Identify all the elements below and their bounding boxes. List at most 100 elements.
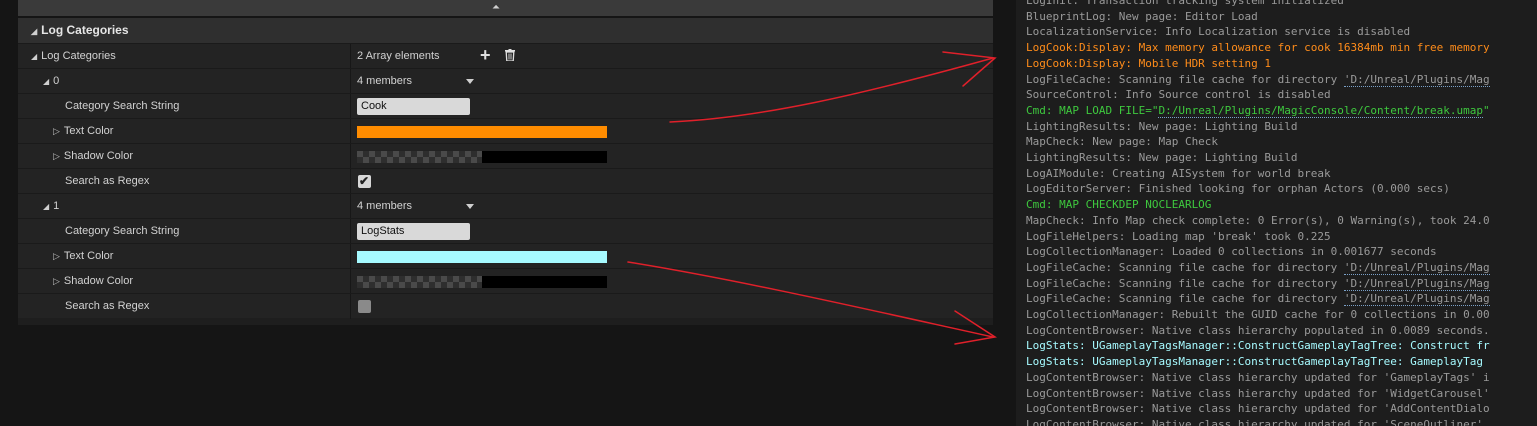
element-index-label: 1	[53, 200, 60, 212]
expand-arrow-icon: ▷	[53, 126, 60, 136]
log-line: LogContentBrowser: Native class hierarch…	[1026, 417, 1483, 426]
chevron-down-icon[interactable]	[466, 79, 474, 84]
alpha-checker	[357, 276, 482, 288]
text-color-swatch[interactable]	[357, 251, 607, 263]
log-line-text: LogCollectionManager: Loaded 0 collectio…	[1026, 245, 1437, 259]
category-header-title: ◢ Log Categories	[31, 23, 129, 37]
log-line-text: BlueprintLog: New page: Editor Load	[1026, 9, 1258, 23]
element-index[interactable]: ◢ 1	[43, 200, 59, 212]
expand-arrow-icon: ◢	[31, 27, 38, 36]
search-string-input[interactable]: LogStats	[357, 223, 470, 240]
alpha-checker	[357, 151, 482, 163]
log-line: LogInit: Transaction tracking system ini…	[1026, 0, 1344, 9]
log-line-text: Cmd: MAP LOAD FILE="	[1026, 103, 1159, 117]
log-line-text: LogStats: UGameplayTagsManager::Construc…	[1026, 339, 1490, 353]
log-line: LogContentBrowser: Native class hierarch…	[1026, 386, 1490, 402]
log-line-text: LightingResults: New page: Lighting Buil…	[1026, 119, 1298, 133]
array-name[interactable]: ◢ Log Categories	[31, 50, 116, 62]
array-count: 2 Array elements	[357, 50, 440, 62]
log-line: LogStats: UGameplayTagsManager::Construc…	[1026, 338, 1490, 354]
log-path-link[interactable]: 'D:/Unreal/Plugins/Mag	[1343, 72, 1490, 87]
log-line-text: LogContentBrowser: Native class hierarch…	[1026, 386, 1490, 400]
expand-arrow-icon: ▷	[53, 151, 60, 161]
shadow-color-swatch[interactable]	[357, 151, 607, 163]
text-color-swatch[interactable]	[357, 126, 607, 138]
members-label: 4 members	[357, 75, 413, 87]
log-line: LogContentBrowser: Native class hierarch…	[1026, 401, 1490, 417]
shadow-color-swatch[interactable]	[357, 276, 607, 288]
log-line: LogStats: UGameplayTagsManager::Construc…	[1026, 354, 1483, 370]
log-line-text: LogCook:Display: Mobile HDR setting 1	[1026, 56, 1272, 70]
regex-label: Search as Regex	[65, 300, 150, 312]
search-string-input[interactable]: Cook	[357, 98, 470, 115]
chevron-down-icon[interactable]	[466, 204, 474, 209]
log-line-text: LogContentBrowser: Native class hierarch…	[1026, 370, 1490, 384]
trash-icon[interactable]	[505, 49, 515, 61]
column-divider[interactable]	[350, 219, 351, 244]
log-line-tail: "	[1482, 103, 1490, 117]
log-line-text: LogContentBrowser: Native class hierarch…	[1026, 417, 1483, 426]
plus-icon[interactable]: +	[480, 46, 491, 64]
shadow-color-name[interactable]: ▷ Shadow Color	[53, 275, 133, 287]
log-path-link[interactable]: 'D:/Unreal/Plugins/Mag	[1343, 276, 1490, 291]
element-row: ◢ 0 4 members	[18, 68, 993, 94]
column-divider[interactable]	[350, 194, 351, 219]
search-string-row: Category Search String Cook	[18, 93, 993, 119]
array-label: Log Categories	[41, 50, 116, 62]
regex-row: Search as Regex ✔	[18, 168, 993, 194]
log-path-link[interactable]: 'D:/Unreal/Plugins/Mag	[1343, 260, 1490, 275]
text-color-name[interactable]: ▷ Text Color	[53, 125, 113, 137]
regex-checkbox[interactable]	[358, 300, 371, 313]
category-header[interactable]: ◢ Log Categories	[18, 18, 993, 43]
search-string-row: Category Search String LogStats	[18, 218, 993, 244]
regex-checkbox[interactable]: ✔	[358, 174, 371, 188]
column-divider[interactable]	[350, 44, 351, 69]
element-index[interactable]: ◢ 0	[43, 75, 59, 87]
log-line-text: LocalizationService: Info Localization s…	[1026, 25, 1411, 39]
log-line: LightingResults: New page: Lighting Buil…	[1026, 150, 1298, 166]
shadow-color-label: Shadow Color	[63, 150, 134, 162]
shadow-color-fill	[482, 276, 607, 288]
log-path-link[interactable]: D:/Unreal/Plugins/MagicConsole/Content/b…	[1158, 103, 1483, 118]
log-line: LightingResults: New page: Lighting Buil…	[1026, 119, 1298, 135]
chevron-up-icon[interactable]: ⏶	[490, 2, 502, 14]
log-line-text: LogCook:Display: Max memory allowance fo…	[1026, 41, 1490, 55]
log-line-text: LogEditorServer: Finished looking for or…	[1026, 182, 1450, 196]
log-line-text: MapCheck: New page: Map Check	[1026, 135, 1219, 149]
log-line: LogFileHelpers: Loading map 'break' took…	[1026, 229, 1331, 245]
text-color-label: Text Color	[63, 250, 114, 262]
members-label: 4 members	[357, 200, 413, 212]
log-line-text: LogAIModule: Creating AISystem for world…	[1026, 166, 1331, 180]
column-divider[interactable]	[350, 119, 351, 144]
expand-arrow-icon: ◢	[31, 52, 38, 61]
details-toolbar: ⏶	[18, 0, 993, 16]
checkmark-icon: ✔	[359, 174, 370, 188]
regex-row: Search as Regex	[18, 293, 993, 319]
expand-arrow-icon: ▷	[53, 276, 60, 286]
column-divider[interactable]	[350, 269, 351, 294]
column-divider[interactable]	[350, 69, 351, 94]
log-path-link[interactable]: 'D:/Unreal/Plugins/Mag	[1343, 292, 1490, 307]
log-line-text: LogContentBrowser: Native class hierarch…	[1026, 323, 1490, 337]
shadow-color-name[interactable]: ▷ Shadow Color	[53, 150, 133, 162]
log-line: BlueprintLog: New page: Editor Load	[1026, 9, 1258, 25]
search-string-label: Category Search String	[65, 100, 180, 112]
column-divider[interactable]	[350, 169, 351, 194]
log-line: LogCollectionManager: Loaded 0 collectio…	[1026, 244, 1437, 260]
log-line: LogCook:Display: Mobile HDR setting 1	[1026, 56, 1271, 72]
log-line: LogFileCache: Scanning file cache for di…	[1026, 260, 1490, 276]
shadow-color-fill	[482, 151, 607, 163]
log-line: LogFileCache: Scanning file cache for di…	[1026, 72, 1490, 88]
log-line: Cmd: MAP CHECKDEP NOCLEARLOG	[1026, 197, 1211, 213]
expand-arrow-icon: ▷	[53, 251, 60, 261]
text-color-name[interactable]: ▷ Text Color	[53, 250, 113, 262]
output-log[interactable]: LogInit: Transaction tracking system ini…	[1016, 0, 1537, 426]
column-divider[interactable]	[350, 144, 351, 169]
column-divider[interactable]	[350, 294, 351, 319]
column-divider[interactable]	[350, 244, 351, 269]
expand-arrow-icon: ◢	[43, 202, 50, 211]
element-index-label: 0	[53, 75, 60, 87]
column-divider[interactable]	[350, 94, 351, 119]
text-color-row: ▷ Text Color	[18, 243, 993, 269]
log-line: LogAIModule: Creating AISystem for world…	[1026, 166, 1331, 182]
